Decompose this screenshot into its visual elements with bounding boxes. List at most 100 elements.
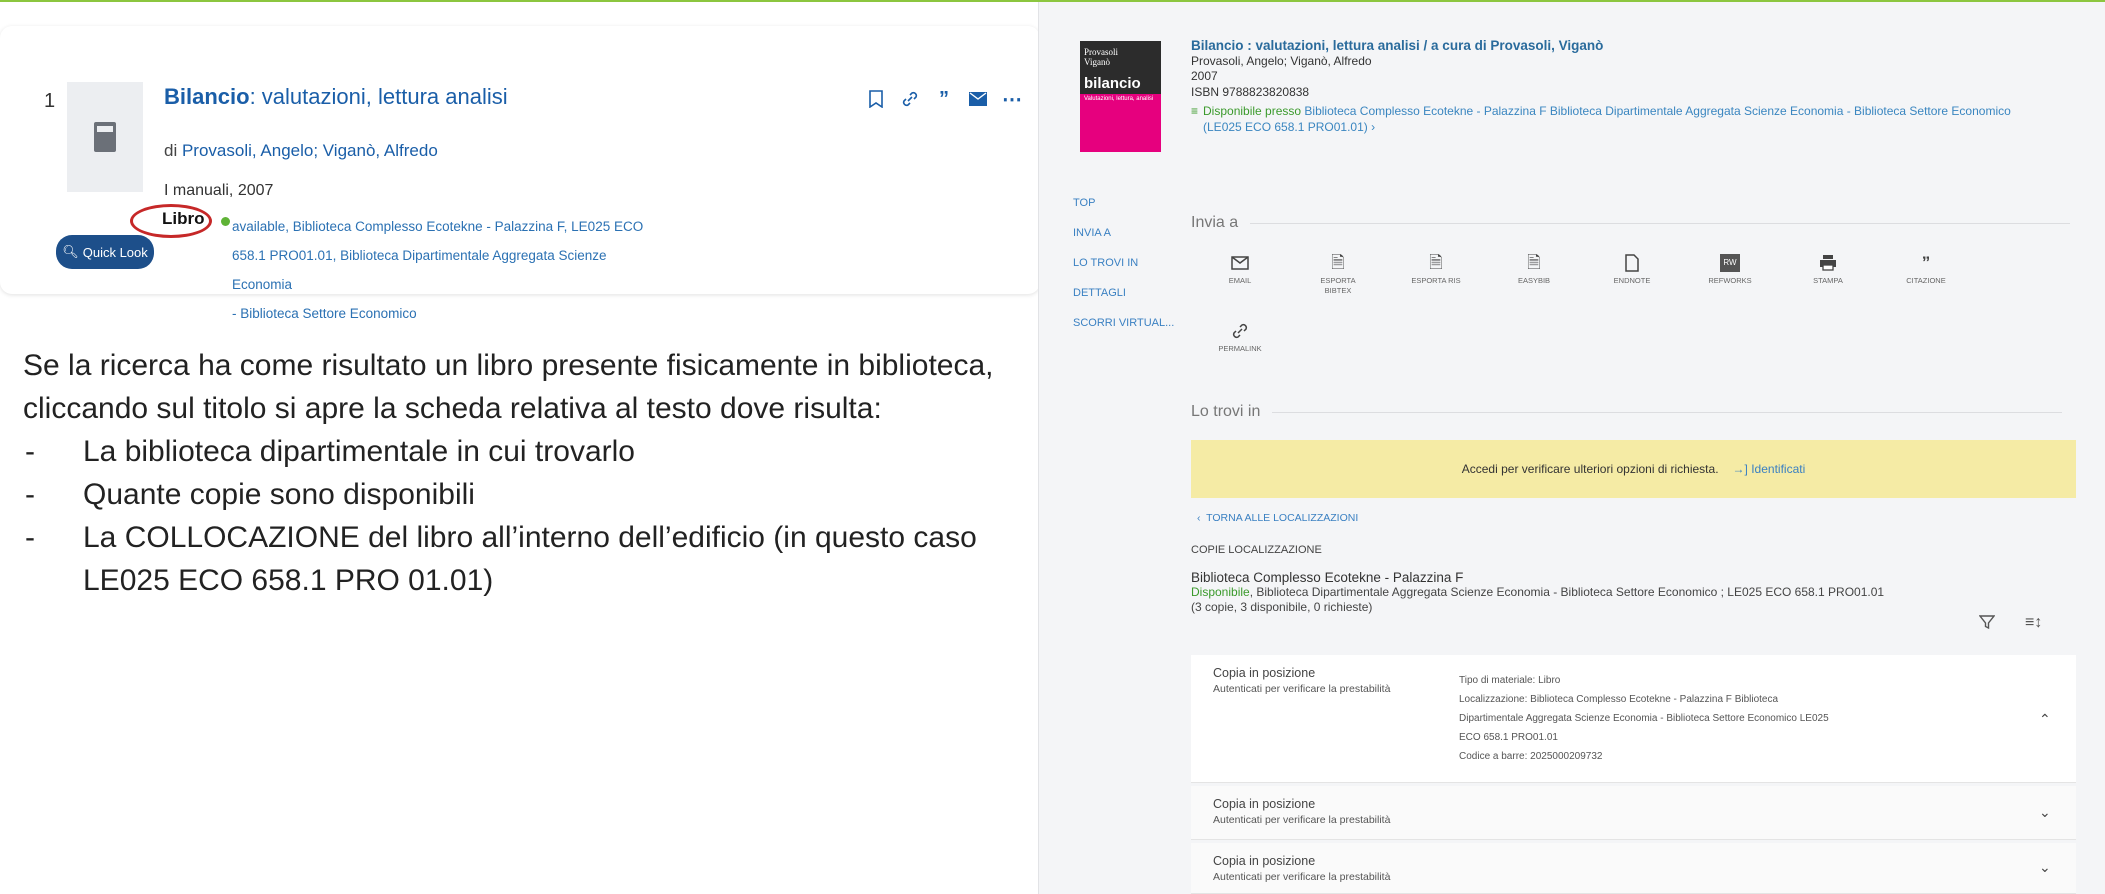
email-icon <box>1231 252 1249 274</box>
nav-details[interactable]: DETTAGLI <box>1073 278 1174 308</box>
record-title[interactable]: Bilancio : valutazioni, lettura analisi … <box>1191 38 2043 54</box>
record-availability[interactable]: ≡ Disponibile presso Biblioteca Compless… <box>1191 104 2043 135</box>
library-status-line: Disponibile, Biblioteca Dipartimentale A… <box>1191 585 1951 600</box>
bookmark-icon[interactable] <box>866 88 886 110</box>
send-easybib[interactable]: 🗎︎ EASYBIB <box>1485 252 1583 296</box>
send-endnote-label: ENDNOTE <box>1613 276 1651 285</box>
login-link-label: Identificati <box>1751 462 1806 476</box>
result-authors-link[interactable]: Provasoli, Angelo; Viganò, Alfredo <box>182 141 438 160</box>
quote-icon[interactable]: ” <box>934 88 954 110</box>
send-print[interactable]: STAMPA <box>1779 252 1877 296</box>
copy-title: Copia in posizione <box>1213 854 1316 868</box>
file-icon: 🗎︎ <box>1527 253 1541 272</box>
copy-subtitle: Autenticati per verificare la prestabili… <box>1213 683 1391 695</box>
back-to-locations-link[interactable]: ‹ TORNA ALLE LOCALIZZAZIONI <box>1197 512 1358 524</box>
available-at-location: Biblioteca Complesso Ecotekne - Palazzin… <box>1203 104 2011 134</box>
description-bullet: Quante copie sono disponibili <box>23 473 1033 516</box>
available-at-label: Disponibile presso <box>1203 104 1302 118</box>
refworks-icon: RW <box>1720 252 1740 274</box>
copy-header: Copia in posizione Autenticati per verifi… <box>1213 665 1390 697</box>
sort-icon[interactable]: ≡↕ <box>2025 614 2042 635</box>
send-bibtex[interactable]: 🗎︎ ESPORTA BIBTEX <box>1289 252 1387 296</box>
nav-find-in[interactable]: LO TROVI IN <box>1073 248 1174 278</box>
library-detail: , Biblioteca Dipartimentale Aggregata Sc… <box>1249 585 1885 599</box>
availability-line-3: - Biblioteca Settore Economico <box>232 306 417 321</box>
send-email-label: EMAIL <box>1228 276 1252 285</box>
send-bibtex-label: ESPORTA BIBTEX <box>1320 276 1356 295</box>
send-citation-label: CITAZIONE <box>1906 276 1946 285</box>
link-icon <box>1231 320 1249 342</box>
copy-title: Copia in posizione <box>1213 666 1316 680</box>
slide: 1 Bilancio: valutazioni, lettura analisi… <box>0 0 2105 894</box>
record-isbn: ISBN 9788823820838 <box>1191 84 1310 99</box>
book-thumbnail[interactable] <box>67 82 143 192</box>
copy-item[interactable]: Copia in posizione Autenticati per verifi… <box>1191 786 2076 840</box>
search-result-card[interactable]: 1 Bilancio: valutazioni, lettura analisi… <box>0 26 1040 321</box>
copy-location-3: ECO 658.1 PRO01.01 <box>1459 732 1558 743</box>
record-info: Bilancio : valutazioni, lettura analisi … <box>1191 38 2043 135</box>
send-refworks[interactable]: RW REFWORKS <box>1681 252 1779 296</box>
send-endnote[interactable]: ENDNOTE <box>1583 252 1681 296</box>
result-title-rest: : valutazioni, lettura analisi <box>249 84 508 109</box>
nav-virtual-browse[interactable]: SCORRI VIRTUAL... <box>1073 308 1174 338</box>
file-icon: 🗎︎ <box>1331 253 1345 272</box>
library-status: Disponibile <box>1191 585 1250 599</box>
find-in-rule <box>1272 411 2063 413</box>
library-location: Biblioteca Complesso Ecotekne - Palazzin… <box>1191 570 1951 615</box>
send-easybib-label: EASYBIB <box>1517 276 1551 285</box>
send-refworks-label: REFWORKS <box>1708 276 1752 285</box>
quick-look-label: Quick Look <box>82 244 148 260</box>
copy-subtitle: Autenticati per verificare la prestabili… <box>1213 871 1391 883</box>
filter-icon[interactable] <box>1978 614 1996 635</box>
send-to-heading-text: Invia a <box>1191 214 1239 231</box>
chevron-down-icon[interactable]: ⌄ <box>2039 859 2051 876</box>
side-nav: TOP INVIA A LO TROVI IN DETTAGLI SCORRI … <box>1073 188 1174 338</box>
chevron-up-icon[interactable]: ⌃ <box>2039 711 2051 728</box>
record-availability-text: Disponibile presso Biblioteca Complesso … <box>1203 104 2043 135</box>
by-prefix: di <box>164 141 178 160</box>
availability-text[interactable]: available, Biblioteca Complesso Ecotekne… <box>232 212 662 328</box>
send-ris-label: ESPORTA RIS <box>1411 276 1461 285</box>
copy-item-expanded[interactable]: Copia in posizione Autenticati per verifi… <box>1191 655 2076 783</box>
availability-line-1: available, Biblioteca Complesso Ecotekne… <box>232 219 644 234</box>
find-in-heading-text: Lo trovi in <box>1191 403 1261 420</box>
email-icon[interactable] <box>968 88 988 110</box>
description-intro: Se la ricerca ha come risultato un libro… <box>23 349 994 425</box>
library-icon: ≡ <box>1191 104 1199 118</box>
send-citation[interactable]: ” CITAZIONE <box>1877 252 1975 296</box>
link-icon[interactable] <box>900 88 920 110</box>
file-icon: 🗎︎ <box>1429 253 1443 272</box>
more-icon[interactable]: ⋯ <box>1002 88 1022 111</box>
chevron-left-icon: ‹ <box>1197 512 1201 524</box>
send-to-heading: Invia a <box>1191 214 2071 232</box>
quick-look-button[interactable]: 🔍︎ Quick Look <box>56 235 154 269</box>
send-ris[interactable]: 🗎︎ ESPORTA RIS <box>1387 252 1485 296</box>
permalink-action[interactable]: PERMALINK <box>1191 320 1289 354</box>
description-bullet: La biblioteca dipartimentale in cui trov… <box>23 430 1033 473</box>
highlight-circle <box>130 204 212 238</box>
book-icon <box>94 122 116 152</box>
quote-icon: ” <box>1921 253 1931 272</box>
copy-item[interactable]: Copia in posizione Autenticati per verifi… <box>1191 843 2076 894</box>
copy-material: Tipo di materiale: Libro <box>1459 675 1561 686</box>
chevron-down-icon[interactable]: ⌄ <box>2039 804 2051 821</box>
login-icon: →] <box>1732 462 1748 476</box>
login-link[interactable]: →] Identificati <box>1733 462 1806 476</box>
printer-icon <box>1819 252 1837 274</box>
find-in-heading: Lo trovi in <box>1191 403 2063 421</box>
chevron-right-icon: › <box>1371 119 1376 134</box>
library-name: Biblioteca Complesso Ecotekne - Palazzin… <box>1191 570 1464 585</box>
permalink-row: PERMALINK <box>1191 320 1289 354</box>
cover-authors: Provasoli Viganò <box>1084 47 1118 67</box>
nav-send-to[interactable]: INVIA A <box>1073 218 1174 248</box>
back-link-label: TORNA ALLE LOCALIZZAZIONI <box>1206 512 1359 524</box>
result-title[interactable]: Bilancio: valutazioni, lettura analisi <box>164 84 508 110</box>
cover-subtitle: Valutazioni, lettura, analisi <box>1084 96 1154 102</box>
send-to-actions: EMAIL 🗎︎ ESPORTA BIBTEX 🗎︎ ESPORTA RIS 🗎︎ E… <box>1191 252 1975 296</box>
login-banner: Accedi per verificare ulteriori opzioni … <box>1191 440 2076 498</box>
result-actions: ” ⋯ <box>866 88 1022 111</box>
nav-top[interactable]: TOP <box>1073 188 1174 218</box>
cover-title: bilancio <box>1084 75 1141 92</box>
description: Se la ricerca ha come risultato un libro… <box>23 344 1033 602</box>
send-email[interactable]: EMAIL <box>1191 252 1289 296</box>
